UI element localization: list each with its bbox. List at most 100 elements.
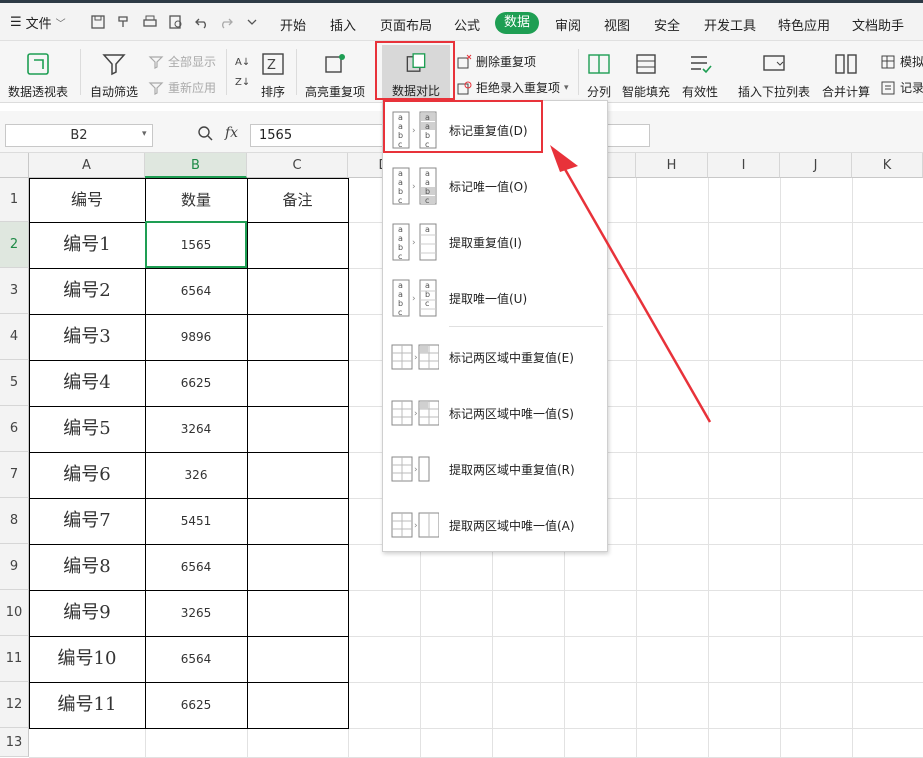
row-header-10[interactable]: 10 xyxy=(0,590,29,636)
table-cell-note[interactable] xyxy=(247,452,348,498)
sort-asc-desc-icon[interactable]: A↓ Z↓ xyxy=(234,53,248,93)
reapply-button[interactable]: 重新应用 xyxy=(148,79,216,96)
pivot-table-button[interactable]: 数据透视表 xyxy=(8,51,68,100)
formula-icons: fx xyxy=(197,125,238,141)
consolidate-button[interactable]: 合并计算 xyxy=(822,51,870,100)
table-cell-note[interactable] xyxy=(247,406,348,452)
zoom-search-icon[interactable] xyxy=(197,125,213,141)
tab-home[interactable]: 开始 xyxy=(280,15,306,34)
undo-icon[interactable] xyxy=(194,14,210,30)
table-cell-id[interactable]: 编号11 xyxy=(29,682,145,728)
text-to-columns-button[interactable]: 分列 xyxy=(586,51,612,100)
tab-page-layout[interactable]: 页面布局 xyxy=(380,15,432,34)
save-icon[interactable] xyxy=(90,14,106,30)
tab-view[interactable]: 视图 xyxy=(604,15,630,34)
select-all-corner[interactable] xyxy=(0,153,29,178)
format-painter-icon[interactable] xyxy=(116,14,132,30)
table-cell-id[interactable]: 编号5 xyxy=(29,406,145,452)
row-header-13[interactable]: 13 xyxy=(0,728,29,757)
header-cell-note[interactable]: 备注 xyxy=(247,178,348,222)
sort-button[interactable]: Z 排序 xyxy=(260,51,286,100)
table-cell-qty[interactable]: 6625 xyxy=(145,360,247,406)
table-cell-id[interactable]: 编号1 xyxy=(29,222,145,268)
column-header-b[interactable]: B xyxy=(145,153,247,178)
tab-insert[interactable]: 插入 xyxy=(330,15,356,34)
header-cell-id[interactable]: 编号 xyxy=(29,178,145,222)
highlight-duplicates-button[interactable]: 高亮重复项 xyxy=(305,51,365,100)
autofilter-button[interactable]: 自动筛选 xyxy=(90,51,138,100)
table-cell-note[interactable] xyxy=(247,222,348,268)
remove-duplicates-button[interactable]: 删除重复项 xyxy=(456,53,536,70)
svg-text:›: › xyxy=(414,353,418,363)
file-menu[interactable]: ☰ 文件 ﹀ xyxy=(10,13,66,32)
tab-special[interactable]: 特色应用 xyxy=(778,15,830,34)
print-preview-icon[interactable] xyxy=(168,14,184,30)
record-button[interactable]: 记录 xyxy=(880,79,923,96)
svg-text:b: b xyxy=(398,187,403,196)
menu-item-extract-two-range-duplicates[interactable]: › 提取两区域中重复值(R) xyxy=(383,445,607,493)
table-cell-id[interactable]: 编号3 xyxy=(29,314,145,360)
table-cell-note[interactable] xyxy=(247,360,348,406)
table-cell-qty[interactable]: 6625 xyxy=(145,682,247,728)
tab-formulas[interactable]: 公式 xyxy=(454,15,480,34)
table-cell-qty[interactable]: 6564 xyxy=(145,636,247,682)
table-cell-qty[interactable]: 326 xyxy=(145,452,247,498)
table-cell-qty[interactable]: 3265 xyxy=(145,590,247,636)
tab-doc-assistant[interactable]: 文档助手 xyxy=(852,15,904,34)
table-cell-qty[interactable]: 3264 xyxy=(145,406,247,452)
row-header-3[interactable]: 3 xyxy=(0,268,29,314)
row-header-9[interactable]: 9 xyxy=(0,544,29,590)
flash-fill-button[interactable]: 智能填充 xyxy=(622,51,670,100)
svg-text:›: › xyxy=(414,465,418,475)
table-cell-id[interactable]: 编号9 xyxy=(29,590,145,636)
table-cell-note[interactable] xyxy=(247,590,348,636)
row-header-12[interactable]: 12 xyxy=(0,682,29,728)
insert-dropdown-button[interactable]: 插入下拉列表 xyxy=(738,51,810,100)
row-header-11[interactable]: 11 xyxy=(0,636,29,682)
table-cell-note[interactable] xyxy=(247,682,348,728)
table-cell-note[interactable] xyxy=(247,314,348,360)
table-cell-id[interactable]: 编号8 xyxy=(29,544,145,590)
name-box[interactable]: B2 xyxy=(5,124,153,147)
simulate-button[interactable]: 模拟 xyxy=(880,53,923,70)
row-header-1[interactable]: 1 xyxy=(0,178,29,222)
row-header-5[interactable]: 5 xyxy=(0,360,29,406)
table-cell-id[interactable]: 编号7 xyxy=(29,498,145,544)
table-cell-qty[interactable]: 9896 xyxy=(145,314,247,360)
header-cell-qty[interactable]: 数量 xyxy=(145,178,247,222)
menu-item-extract-two-range-unique[interactable]: › 提取两区域中唯一值(A) xyxy=(383,501,607,549)
column-header-k[interactable]: K xyxy=(852,153,923,178)
simulate-label: 模拟 xyxy=(900,55,923,69)
row-header-2[interactable]: 2 xyxy=(0,222,29,268)
table-cell-qty[interactable]: 5451 xyxy=(145,498,247,544)
table-cell-qty[interactable]: 6564 xyxy=(145,268,247,314)
reject-duplicates-button[interactable]: 拒绝录入重复项 ▾ xyxy=(456,79,569,96)
tab-developer[interactable]: 开发工具 xyxy=(704,15,756,34)
row-header-6[interactable]: 6 xyxy=(0,406,29,452)
validation-button[interactable]: 有效性 xyxy=(682,51,718,100)
row-header-8[interactable]: 8 xyxy=(0,498,29,544)
table-cell-id[interactable]: 编号2 xyxy=(29,268,145,314)
table-cell-id[interactable]: 编号4 xyxy=(29,360,145,406)
chevron-down-icon[interactable]: ▾ xyxy=(142,129,147,139)
table-cell-qty[interactable]: 6564 xyxy=(145,544,247,590)
row-header-4[interactable]: 4 xyxy=(0,314,29,360)
tab-review[interactable]: 审阅 xyxy=(555,15,581,34)
tab-data[interactable]: 数据 xyxy=(495,12,539,34)
table-cell-note[interactable] xyxy=(247,636,348,682)
table-cell-id[interactable]: 编号10 xyxy=(29,636,145,682)
show-all-button[interactable]: 全部显示 xyxy=(148,53,216,70)
table-cell-note[interactable] xyxy=(247,544,348,590)
table-cell-id[interactable]: 编号6 xyxy=(29,452,145,498)
fx-icon[interactable]: fx xyxy=(225,125,238,141)
row-header-7[interactable]: 7 xyxy=(0,452,29,498)
column-header-a[interactable]: A xyxy=(29,153,145,178)
print-icon[interactable] xyxy=(142,14,158,30)
table-cell-note[interactable] xyxy=(247,268,348,314)
table-cell-note[interactable] xyxy=(247,498,348,544)
tab-security[interactable]: 安全 xyxy=(654,15,680,34)
customize-chevron-icon[interactable] xyxy=(244,14,260,30)
column-header-j[interactable]: J xyxy=(780,153,852,178)
redo-icon[interactable] xyxy=(218,14,234,30)
column-header-c[interactable]: C xyxy=(247,153,348,178)
